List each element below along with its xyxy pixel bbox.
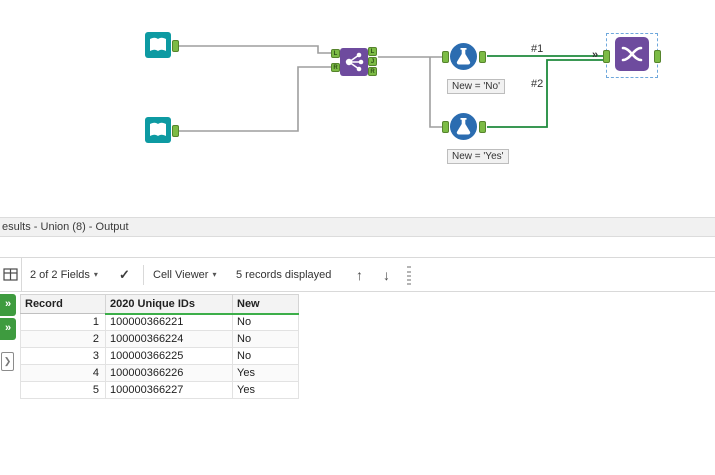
results-panel-title: esults - Union (8) - Output [2,221,129,233]
results-toolbar: 2 of 2 Fields ▾ ✓ Cell Viewer ▾ 5 record… [0,257,715,292]
table-cell[interactable]: No [232,347,299,365]
join-tool[interactable] [340,48,368,79]
chevron-down-icon: ▾ [212,270,217,279]
double-chevron-icon: » [4,298,12,310]
anchor-outline-button[interactable]: ❯ [1,352,14,371]
records-displayed-text: 5 records displayed [236,258,331,291]
table-cell[interactable]: No [232,313,299,331]
table-cell[interactable]: 100000366226 [105,364,233,382]
table-row[interactable]: 4 100000366226 Yes [20,364,299,382]
results-grid: Record 2020 Unique IDs New 1 100000366221… [20,294,299,399]
table-row[interactable]: 5 100000366227 Yes [20,381,299,399]
double-chevron-icon: » [4,322,12,334]
join-icon [340,48,368,76]
fields-dropdown[interactable]: 2 of 2 Fields ▾ [30,258,98,291]
table-header-row: Record 2020 Unique IDs New [20,294,299,315]
union-output-anchor[interactable] [654,50,661,63]
output-anchor-button-2[interactable]: » [0,318,16,340]
formula-icon [450,113,477,140]
join-output-anchor-R[interactable]: R [368,67,377,76]
table-cell[interactable]: 2 [20,330,106,348]
table-cell[interactable]: No [232,330,299,348]
fields-dropdown-label: 2 of 2 Fields [30,268,90,281]
arrow-up-icon: ↑ [356,266,363,283]
cell-viewer-label: Cell Viewer [153,268,209,281]
union-tool[interactable] [615,37,649,74]
input-data-tool-1[interactable] [145,32,171,61]
workflow-canvas[interactable]: L R L J R New = 'No' New = 'Yes' #1 #2 » [0,0,715,215]
results-table-body: 1 100000366221 No 2 100000366224 No 3 100000366… [20,313,299,399]
toolbar-grip[interactable] [407,266,411,285]
input2-output-anchor[interactable] [172,125,179,137]
formula2-annotation[interactable]: New = 'Yes' [447,149,509,164]
output-anchor-button-1[interactable]: » [0,294,16,316]
wire-arrowheads-icon: » [592,49,599,61]
input-data-icon [145,117,171,143]
column-header-new[interactable]: New [232,294,299,315]
connection-join-formula2[interactable] [429,57,442,128]
app-window: L R L J R New = 'No' New = 'Yes' #1 #2 »… [0,0,715,475]
table-row[interactable]: 3 100000366225 No [20,347,299,365]
results-table: Record 2020 Unique IDs New 1 100000366221… [20,294,299,399]
input-data-tool-2[interactable] [145,117,171,146]
input-data-icon [145,32,171,58]
table-row[interactable]: 2 100000366224 No [20,330,299,348]
chevron-right-icon: ❯ [3,356,12,366]
toolbar-separator [143,265,144,285]
table-grid-icon [3,268,18,281]
connection-input1-join[interactable] [179,45,331,54]
scroll-down-button[interactable]: ↓ [383,258,390,291]
table-cell[interactable]: 100000366227 [105,381,233,399]
table-cell[interactable]: 1 [20,313,106,331]
check-icon: ✓ [119,266,130,282]
table-cell[interactable]: 4 [20,364,106,382]
table-cell[interactable]: 100000366225 [105,347,233,365]
scroll-up-button[interactable]: ↑ [356,258,363,291]
formula-icon [450,43,477,70]
table-cell[interactable]: 5 [20,381,106,399]
table-cell[interactable]: 100000366224 [105,330,233,348]
results-title-bar[interactable]: esults - Union (8) - Output [0,217,715,237]
records-displayed-label: 5 records displayed [236,268,332,281]
input1-output-anchor[interactable] [172,40,179,52]
formula1-output-anchor[interactable] [479,51,486,63]
connection-input2-join[interactable] [179,66,331,132]
table-row[interactable]: 1 100000366221 No [20,313,299,331]
formula-tool-1[interactable] [450,43,477,73]
apply-check-button[interactable]: ✓ [119,258,130,291]
join-input-anchor-L[interactable]: L [331,49,340,58]
join-input-anchor-R[interactable]: R [331,63,340,72]
join-output-anchor-J[interactable]: J [368,57,377,66]
union-input-anchor[interactable] [603,50,610,63]
chevron-down-icon: ▾ [93,270,98,279]
formula1-input-anchor[interactable] [442,51,449,63]
column-header-ids[interactable]: 2020 Unique IDs [105,294,233,315]
formula1-annotation[interactable]: New = 'No' [447,79,506,94]
formula2-input-anchor[interactable] [442,121,449,133]
table-cell[interactable]: 3 [20,347,106,365]
column-header-record[interactable]: Record [20,294,106,314]
arrow-down-icon: ↓ [383,266,390,283]
union-icon [615,37,649,71]
table-cell[interactable]: 100000366221 [105,313,233,331]
formula-tool-2[interactable] [450,113,477,143]
table-view-button[interactable] [0,258,22,291]
join-output-anchor-L[interactable]: L [368,47,377,56]
connection-label-2: #2 [531,78,544,90]
table-cell[interactable]: Yes [232,381,299,399]
formula2-output-anchor[interactable] [479,121,486,133]
cell-viewer-dropdown[interactable]: Cell Viewer ▾ [153,258,216,291]
connection-label-1: #1 [531,43,544,55]
table-cell[interactable]: Yes [232,364,299,382]
